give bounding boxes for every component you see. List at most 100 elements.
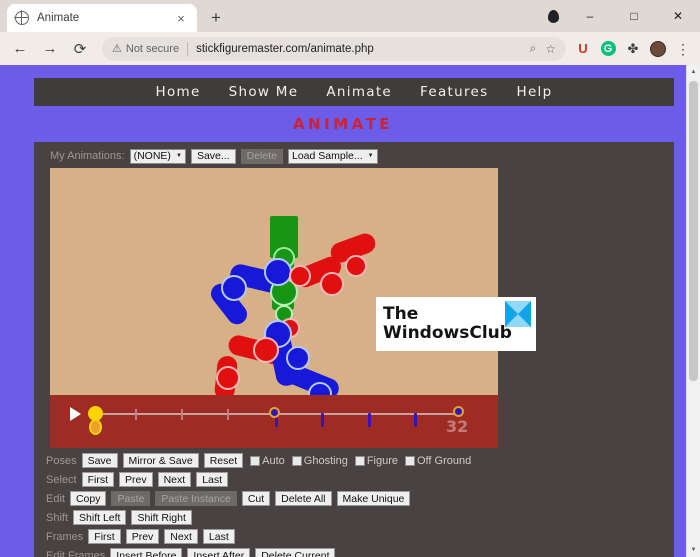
browser-window: Animate × + – □ ✕ ← → ⟳ ⚠ Not secure sti… bbox=[0, 0, 700, 557]
frames-last-button[interactable]: Last bbox=[202, 529, 235, 544]
pose-mirror-save-button[interactable]: Mirror & Save bbox=[122, 453, 199, 468]
scroll-up-icon[interactable]: ▲ bbox=[687, 65, 700, 79]
checkbox-figure[interactable]: Figure bbox=[354, 454, 398, 467]
windowsclub-logo-icon bbox=[505, 301, 531, 327]
frames-first-button[interactable]: First bbox=[88, 529, 121, 544]
timeline-keyframe[interactable] bbox=[368, 413, 371, 427]
window-close-button[interactable]: ✕ bbox=[656, 0, 700, 32]
controls-panel: Poses Save Mirror & Save Reset Auto Ghos… bbox=[46, 452, 666, 557]
off-ground-checkbox[interactable] bbox=[405, 455, 415, 466]
bookmark-star-icon[interactable]: ☆ bbox=[545, 42, 556, 56]
zoom-icon[interactable]: ⌕ bbox=[530, 41, 537, 56]
extensions-puzzle-icon[interactable]: ✤ bbox=[624, 40, 642, 58]
playhead-frame-marker[interactable] bbox=[89, 419, 102, 435]
shift-left-button[interactable]: Shift Left bbox=[73, 510, 127, 525]
grammarly-extension-icon[interactable]: G bbox=[599, 40, 617, 58]
joint-front-elbow bbox=[320, 272, 344, 296]
off-ground-label: Off Ground bbox=[417, 454, 472, 467]
reload-icon[interactable]: ⟳ bbox=[66, 35, 94, 63]
nav-item-home[interactable]: Home bbox=[156, 84, 201, 100]
window-controls: – □ ✕ bbox=[538, 0, 700, 32]
controls-row-select: Select First Prev Next Last bbox=[46, 471, 666, 488]
browser-toolbar: ← → ⟳ ⚠ Not secure stickfiguremaster.com… bbox=[0, 32, 700, 65]
controls-row-edit-frames: Edit Frames Insert Before Insert After D… bbox=[46, 547, 666, 557]
pose-save-button[interactable]: Save bbox=[81, 453, 118, 468]
controls-row-frames: Frames First Prev Next Last bbox=[46, 528, 666, 545]
timeline-tick bbox=[181, 409, 183, 420]
select-prev-button[interactable]: Prev bbox=[119, 472, 153, 487]
row-label-select: Select bbox=[46, 473, 77, 486]
timeline-end-keyframe[interactable] bbox=[453, 406, 464, 417]
checkbox-ghosting[interactable]: Ghosting bbox=[291, 454, 348, 467]
frames-next-button[interactable]: Next bbox=[164, 529, 198, 544]
joint-front-shoulder bbox=[289, 265, 311, 287]
auto-checkbox[interactable] bbox=[250, 455, 261, 466]
save-animation-button[interactable]: Save... bbox=[190, 148, 236, 164]
edit-paste-instance-button: Paste Instance bbox=[155, 491, 237, 506]
scrollbar-thumb[interactable] bbox=[689, 81, 698, 381]
url-text: stickfiguremaster.com/animate.php bbox=[196, 42, 374, 55]
timeline-keyframe-head[interactable] bbox=[269, 407, 280, 418]
load-sample-select[interactable]: Load Sample... bbox=[287, 148, 378, 164]
delete-current-button[interactable]: Delete Current bbox=[255, 548, 336, 557]
select-last-button[interactable]: Last bbox=[196, 472, 229, 487]
joint-front-knee bbox=[286, 346, 310, 370]
back-icon[interactable]: ← bbox=[6, 35, 34, 63]
page-scrollbar[interactable]: ▲ ▼ bbox=[686, 65, 700, 557]
insert-before-button[interactable]: Insert Before bbox=[110, 548, 183, 557]
play-button[interactable] bbox=[70, 407, 81, 421]
edit-make-unique-button[interactable]: Make Unique bbox=[336, 491, 411, 506]
controls-row-shift: Shift Shift Left Shift Right bbox=[46, 509, 666, 526]
controls-row-poses: Poses Save Mirror & Save Reset Auto Ghos… bbox=[46, 452, 666, 469]
ghosting-label: Ghosting bbox=[303, 454, 348, 467]
insert-after-button[interactable]: Insert After bbox=[187, 548, 251, 557]
my-animations-bar: My Animations: (NONE) Save... Delete Loa… bbox=[50, 148, 378, 164]
chrome-menu-icon[interactable]: ⋮ bbox=[674, 40, 692, 58]
globe-icon bbox=[14, 10, 29, 25]
timeline-keyframe[interactable] bbox=[414, 413, 417, 427]
maximize-button[interactable]: □ bbox=[612, 0, 656, 32]
new-tab-button[interactable]: + bbox=[203, 5, 229, 31]
profile-avatar[interactable] bbox=[649, 40, 667, 58]
joint-back-elbow bbox=[221, 275, 247, 301]
edit-cut-button[interactable]: Cut bbox=[241, 491, 271, 506]
joint-back-ankle bbox=[216, 366, 240, 390]
animation-select[interactable]: (NONE) bbox=[129, 148, 186, 164]
timeline-scrubber[interactable]: 32 bbox=[50, 395, 498, 448]
shift-right-button[interactable]: Shift Right bbox=[131, 510, 192, 525]
scroll-down-icon[interactable]: ▼ bbox=[687, 543, 700, 557]
ublock-extension-icon[interactable]: U bbox=[574, 40, 592, 58]
my-animations-label: My Animations: bbox=[50, 150, 125, 162]
browser-tab[interactable]: Animate × bbox=[7, 4, 197, 32]
forward-icon[interactable]: → bbox=[36, 35, 64, 63]
tab-title: Animate bbox=[37, 12, 80, 24]
animator-panel: My Animations: (NONE) Save... Delete Loa… bbox=[34, 142, 674, 557]
checkbox-auto[interactable]: Auto bbox=[250, 455, 285, 467]
minimize-button[interactable]: – bbox=[568, 0, 612, 32]
site-navigation: Home Show Me Animate Features Help bbox=[34, 78, 674, 106]
close-icon[interactable]: × bbox=[173, 10, 189, 26]
edit-copy-button[interactable]: Copy bbox=[69, 491, 107, 506]
select-next-button[interactable]: Next bbox=[157, 472, 192, 487]
frames-prev-button[interactable]: Prev bbox=[125, 529, 160, 544]
nav-item-help[interactable]: Help bbox=[517, 84, 553, 100]
ghosting-checkbox[interactable] bbox=[291, 455, 302, 466]
stick-figure bbox=[210, 216, 376, 406]
nav-item-show-me[interactable]: Show Me bbox=[229, 84, 299, 100]
nav-item-animate[interactable]: Animate bbox=[326, 84, 392, 100]
figure-checkbox[interactable] bbox=[354, 455, 365, 466]
checkbox-off-ground[interactable]: Off Ground bbox=[405, 455, 471, 467]
select-first-button[interactable]: First bbox=[81, 472, 114, 487]
edit-paste-button: Paste bbox=[111, 491, 151, 506]
figure-label: Figure bbox=[366, 454, 398, 467]
timeline-keyframe[interactable] bbox=[321, 413, 324, 427]
watermark-line1: The bbox=[383, 304, 419, 324]
edit-delete-all-button[interactable]: Delete All bbox=[275, 491, 332, 506]
pose-reset-button[interactable]: Reset bbox=[203, 453, 244, 468]
nav-item-features[interactable]: Features bbox=[420, 84, 488, 100]
animation-canvas[interactable] bbox=[50, 168, 498, 421]
not-secure-icon: ⚠ bbox=[112, 43, 122, 55]
row-label-edit: Edit bbox=[46, 492, 65, 505]
address-bar[interactable]: ⚠ Not secure stickfiguremaster.com/anima… bbox=[102, 36, 566, 61]
pin-icon[interactable] bbox=[538, 0, 568, 32]
